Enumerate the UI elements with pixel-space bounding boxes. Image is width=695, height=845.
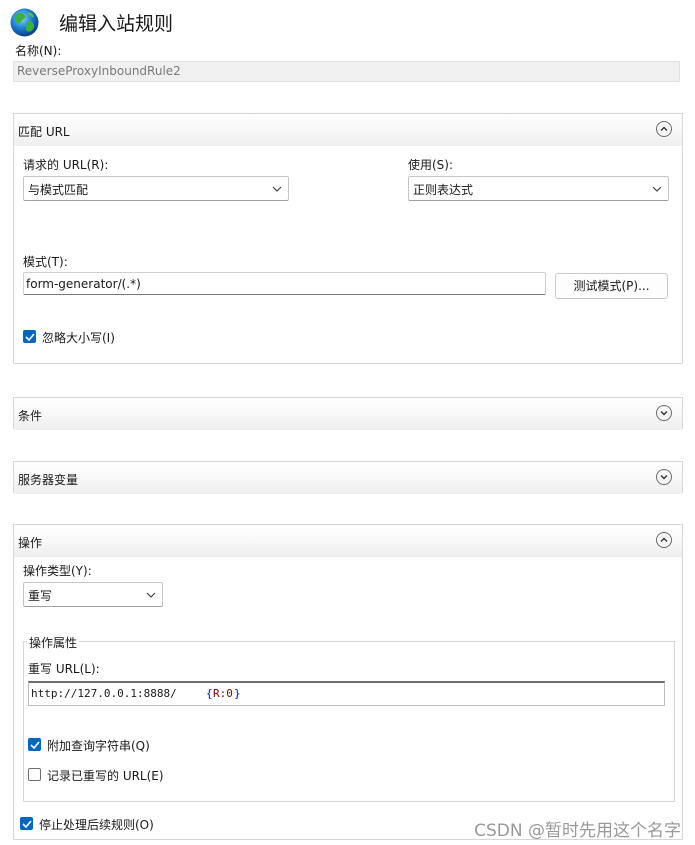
- log-rewritten-label: 记录已重写的 URL(E): [47, 769, 164, 783]
- expand-chevron-icon[interactable]: [656, 405, 672, 421]
- pattern-input[interactable]: form-generator/(.*): [23, 272, 546, 295]
- checkmark-icon: [30, 741, 40, 749]
- append-query-label: 附加查询字符串(Q): [47, 739, 150, 753]
- chevron-down-icon: [652, 186, 662, 192]
- stop-processing-checkbox[interactable]: [20, 817, 33, 830]
- stop-processing-label: 停止处理后续规则(O): [39, 818, 154, 832]
- server-variables-panel: 服务器变量: [13, 461, 683, 494]
- match-url-header[interactable]: 匹配 URL: [14, 114, 682, 146]
- expand-chevron-icon[interactable]: [656, 469, 672, 485]
- dialog-title: 编辑入站规则: [59, 13, 174, 35]
- rewrite-url-input[interactable]: http://127.0.0.1:8888/ { R:0 }: [28, 681, 665, 706]
- using-value: 正则表达式: [413, 183, 474, 197]
- requested-url-select[interactable]: 与模式匹配: [23, 176, 289, 201]
- chevron-down-icon: [146, 592, 156, 598]
- chevron-down-icon: [272, 186, 282, 192]
- globe-icon: [9, 7, 40, 38]
- name-field-value: ReverseProxyInboundRule2: [17, 64, 181, 78]
- requested-url-label: 请求的 URL(R):: [23, 158, 109, 172]
- conditions-panel: 条件: [13, 397, 683, 430]
- action-title: 操作: [18, 536, 43, 550]
- action-type-select[interactable]: 重写: [23, 582, 163, 607]
- action-type-value: 重写: [28, 589, 53, 603]
- checkmark-icon: [22, 820, 32, 828]
- rewrite-url-variable: R:0: [213, 687, 233, 700]
- match-url-title: 匹配 URL: [18, 125, 70, 139]
- checkmark-icon: [25, 333, 35, 341]
- append-query-checkbox[interactable]: [28, 738, 41, 751]
- rewrite-url-prefix: http://127.0.0.1:8888/: [31, 687, 177, 700]
- requested-url-value: 与模式匹配: [28, 183, 89, 197]
- conditions-title: 条件: [18, 409, 43, 423]
- conditions-header[interactable]: 条件: [14, 398, 682, 430]
- watermark-text: CSDN @暂时先用这个名字: [474, 821, 681, 841]
- server-variables-header[interactable]: 服务器变量: [14, 462, 682, 494]
- rewrite-url-brace-open: {: [206, 687, 213, 700]
- name-field[interactable]: ReverseProxyInboundRule2: [13, 61, 680, 82]
- log-rewritten-checkbox[interactable]: [28, 768, 41, 781]
- collapse-chevron-icon[interactable]: [656, 121, 672, 137]
- name-label: 名称(N):: [15, 44, 62, 58]
- collapse-chevron-icon[interactable]: [656, 532, 672, 548]
- ignore-case-label: 忽略大小写(I): [42, 331, 115, 345]
- action-header[interactable]: 操作: [14, 525, 682, 557]
- action-type-label: 操作类型(Y):: [23, 564, 92, 578]
- ignore-case-checkbox[interactable]: [23, 330, 36, 343]
- server-variables-title: 服务器变量: [18, 473, 79, 487]
- pattern-label: 模式(T):: [23, 255, 68, 269]
- using-select[interactable]: 正则表达式: [408, 176, 669, 201]
- test-pattern-button[interactable]: 测试模式(P)...: [555, 273, 668, 299]
- using-label: 使用(S):: [408, 158, 454, 172]
- match-url-panel: 匹配 URL: [13, 113, 683, 364]
- rewrite-url-brace-close: }: [234, 687, 241, 700]
- action-properties-legend: 操作属性: [27, 634, 80, 651]
- pattern-value: form-generator/(.*): [26, 277, 141, 291]
- rewrite-url-label: 重写 URL(L):: [28, 662, 100, 676]
